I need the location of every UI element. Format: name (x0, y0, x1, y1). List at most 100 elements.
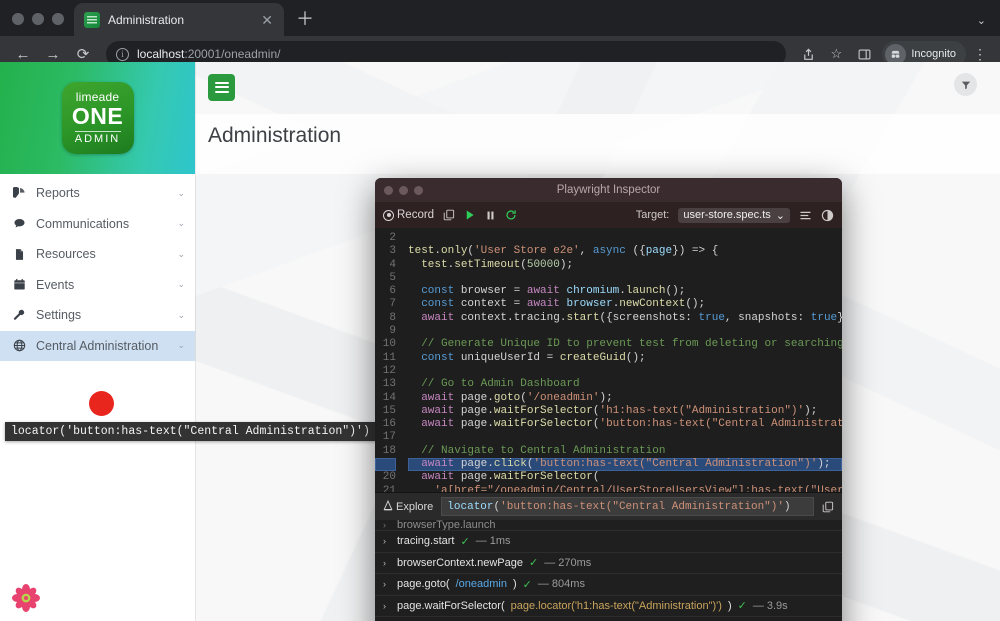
playwright-inspector-window: Playwright Inspector Record (375, 178, 842, 621)
maximize-window-button[interactable] (52, 13, 64, 25)
code-line: test.setTimeout(50000); (408, 259, 842, 272)
contrast-icon[interactable] (821, 209, 834, 222)
locator-tooltip: locator('button:has-text("Central Admini… (5, 422, 376, 441)
line-number: 16 (375, 418, 396, 431)
line-number: 11 (375, 352, 396, 365)
chevron-icon[interactable]: › (383, 520, 391, 530)
funnel-icon[interactable] (954, 73, 977, 96)
line-number: 4 (375, 259, 396, 272)
list-icon[interactable] (799, 209, 812, 222)
sidebar-item-label: Communications (36, 217, 168, 231)
site-info-icon[interactable]: i (116, 48, 129, 61)
sidebar-item-reports[interactable]: Reports ⌄ (0, 178, 195, 209)
url-text: localhost:20001/oneadmin/ (137, 47, 280, 61)
sidebar-item-settings[interactable]: Settings ⌄ (0, 300, 195, 331)
chevron-icon[interactable]: › (383, 558, 391, 568)
new-tab-icon[interactable]: ＋ (296, 10, 314, 28)
sidebar-item-central-administration[interactable]: Central Administration ⌄ (0, 331, 195, 362)
page-title: Administration (208, 124, 341, 148)
wrench-icon (12, 309, 27, 322)
browser-window: Administration ✕ ＋ ⌄ ← → ⟳ i localhost:2… (0, 0, 1000, 621)
log-row[interactable]: ›tracing.start✓— 1ms (375, 530, 842, 552)
line-number: 14 (375, 392, 396, 405)
line-number: 7 (375, 298, 396, 311)
code-line: // Generate Unique ID to prevent test fr… (408, 338, 842, 351)
chevron-down-icon[interactable]: ⌄ (977, 14, 986, 27)
code-line (408, 431, 842, 444)
log-action-tail: ) (728, 600, 732, 612)
chevron-icon[interactable]: › (383, 601, 391, 611)
code-lines: test.only('User Store e2e', async ({page… (401, 228, 842, 492)
pick-locator-icon (383, 500, 393, 514)
tab-close-icon[interactable]: ✕ (258, 11, 276, 29)
explore-button[interactable]: Explore (383, 500, 433, 514)
code-line: await page.waitForSelector( (408, 471, 842, 484)
status-check-icon: ✓ (738, 599, 747, 612)
window-controls[interactable] (8, 13, 74, 36)
log-row[interactable]: ›page.waitForSelector(page.locator('h1:h… (375, 595, 842, 617)
profile-label: Incognito (911, 48, 956, 60)
pause-icon[interactable] (485, 210, 496, 221)
chevron-icon[interactable]: › (383, 579, 391, 589)
line-number: 15 (375, 405, 396, 418)
chevron-down-icon[interactable]: ⌄ (177, 279, 185, 290)
locator-input[interactable]: locator('button:has-text("Central Admini… (441, 497, 814, 516)
browser-tab[interactable]: Administration ✕ (74, 3, 284, 36)
logo-line-2: ONE (72, 104, 123, 128)
explore-bar: Explore locator('button:has-text("Centra… (375, 492, 842, 520)
logo-line-1: limeade (76, 91, 119, 103)
chevron-down-icon[interactable]: ⌄ (177, 340, 185, 351)
chevron-down-icon[interactable]: ⌄ (177, 218, 185, 229)
chevron-icon[interactable]: › (383, 536, 391, 546)
copy-icon[interactable] (443, 209, 455, 221)
status-check-icon: ✓ (523, 578, 532, 591)
browser-menu-icon[interactable]: ⋮ (970, 46, 990, 63)
code-line: await context.tracing.start({screenshots… (408, 312, 842, 325)
brand-header: limeade ONE ADMIN (0, 62, 195, 174)
code-line (408, 232, 842, 245)
chevron-down-icon[interactable]: ⌄ (177, 188, 185, 199)
red-cursor-dot (89, 391, 114, 416)
log-row[interactable]: ›page.goto(/oneadmin)✓— 804ms (375, 573, 842, 595)
inspector-toolbar: Record Target: user-store.spec.ts (375, 202, 842, 228)
logo-divider (75, 131, 121, 132)
record-icon (383, 210, 394, 221)
code-editor[interactable]: 23456789101112131415161718202122 test.on… (375, 228, 842, 492)
chevron-down-icon[interactable]: ⌄ (177, 310, 185, 321)
line-number: 18 (375, 445, 396, 458)
copy-icon[interactable] (822, 501, 834, 513)
logo-line-3: ADMIN (75, 134, 120, 145)
play-icon[interactable] (464, 209, 476, 221)
log-row[interactable]: ›browserContext.newPage✓— 270ms (375, 552, 842, 574)
minimize-window-button[interactable] (32, 13, 44, 25)
line-number: 17 (375, 431, 396, 444)
target-label: Target: (636, 209, 670, 221)
locator-arg: 'button:has-text("Central Administration… (500, 501, 784, 513)
step-over-icon[interactable] (505, 209, 517, 221)
log-row[interactable]: ›browserType.launch (375, 520, 842, 530)
code-line: test.only('User Store e2e', async ({page… (408, 245, 842, 258)
sidebar-item-resources[interactable]: Resources ⌄ (0, 239, 195, 270)
page-viewport: Administration limeade ONE ADMIN Reports (0, 62, 1000, 621)
line-number: 5 (375, 272, 396, 285)
tab-title: Administration (108, 13, 250, 27)
sidebar-item-communications[interactable]: Communications ⌄ (0, 209, 195, 240)
target-file-select[interactable]: user-store.spec.ts ⌄ (678, 208, 790, 223)
flower-logo (12, 584, 40, 612)
limeade-logo: limeade ONE ADMIN (62, 82, 134, 154)
code-line (408, 272, 842, 285)
code-line: const uniqueUserId = createGuid(); (408, 352, 842, 365)
sidebar-item-events[interactable]: Events ⌄ (0, 270, 195, 301)
globe-grid-icon (12, 339, 27, 352)
code-line: await page.waitForSelector('h1:has-text(… (408, 405, 842, 418)
chevron-down-icon[interactable]: ⌄ (177, 249, 185, 260)
line-number: 9 (375, 325, 396, 338)
log-row[interactable]: ›page.waitForSelector(page.locator('butt… (375, 616, 842, 621)
line-number: 12 (375, 365, 396, 378)
close-window-button[interactable] (12, 13, 24, 25)
record-button[interactable]: Record (383, 209, 434, 221)
code-gutter: 23456789101112131415161718202122 (375, 228, 401, 492)
log-duration: — 3.9s (753, 600, 788, 612)
log-action-args: /oneadmin (456, 578, 507, 590)
hamburger-icon[interactable] (208, 74, 235, 101)
